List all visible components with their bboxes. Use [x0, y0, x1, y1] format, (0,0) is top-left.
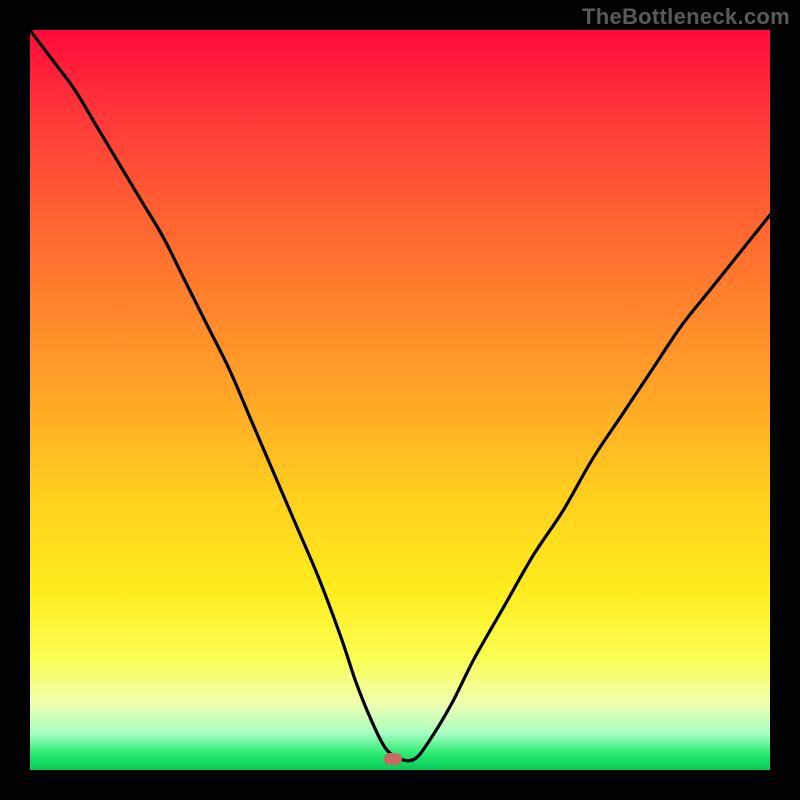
chart-frame: TheBottleneck.com: [0, 0, 800, 800]
watermark-text: TheBottleneck.com: [582, 4, 790, 30]
bottleneck-marker: [384, 753, 402, 765]
bottleneck-curve: [30, 30, 770, 770]
plot-area: [30, 30, 770, 770]
